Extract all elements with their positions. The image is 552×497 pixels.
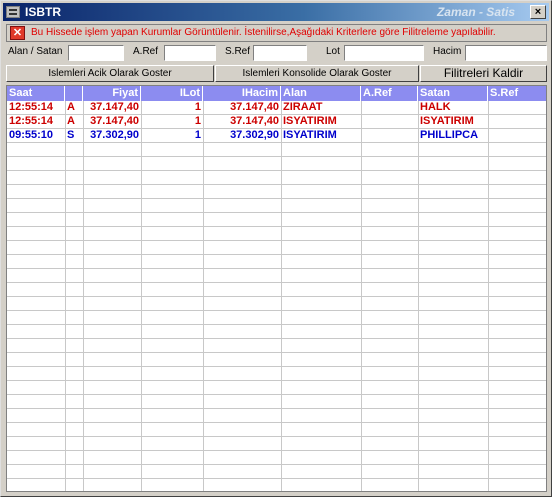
- sref-input[interactable]: [253, 45, 307, 61]
- cell-fiyat: 37.147,40: [90, 101, 139, 113]
- cell-sref: [488, 129, 546, 143]
- title-bar[interactable]: ISBTR Zaman - Satis ×: [3, 3, 549, 21]
- cell-alan: ZIRAAT: [283, 101, 323, 113]
- col-fiyat[interactable]: Fiyat: [83, 86, 141, 101]
- col-alan[interactable]: Alan: [281, 86, 361, 101]
- lot-label: Lot: [326, 46, 340, 57]
- table-row[interactable]: 12:55:14 A 37.147,40 1 37.147,40 ZIRAAT HALK: [7, 101, 546, 115]
- alan-satan-label: Alan / Satan: [8, 46, 63, 57]
- table-header: Saat Fiyat ILot IHacim Alan A.Ref Satan …: [7, 86, 546, 101]
- empty-row: [7, 241, 546, 255]
- empty-row: [7, 199, 546, 213]
- col-saat[interactable]: Saat: [7, 86, 65, 101]
- trade-window: ISBTR Zaman - Satis × ✕ Bu Hissede işlem…: [0, 0, 552, 497]
- cell-saat: 12:55:14: [9, 115, 54, 127]
- trades-table[interactable]: Saat Fiyat ILot IHacim Alan A.Ref Satan …: [6, 85, 547, 492]
- empty-row: [7, 353, 546, 367]
- aref-label: A.Ref: [133, 46, 159, 57]
- alan-satan-input[interactable]: [68, 45, 124, 61]
- sref-label: S.Ref: [225, 46, 251, 57]
- empty-row: [7, 213, 546, 227]
- clear-filters-button[interactable]: Filitreleri Kaldir: [420, 65, 547, 82]
- col-ihacim[interactable]: IHacim: [203, 86, 281, 101]
- empty-row: [7, 479, 546, 491]
- window-subtitle: Zaman - Satis: [436, 5, 515, 19]
- cell-side: A: [67, 115, 75, 127]
- empty-row: [7, 255, 546, 269]
- empty-row: [7, 157, 546, 171]
- cell-sref: [488, 101, 546, 115]
- empty-row: [7, 227, 546, 241]
- x-icon[interactable]: ✕: [10, 26, 25, 40]
- cell-saat: 09:55:10: [9, 129, 54, 141]
- cell-alan: ISYATIRIM: [283, 115, 337, 127]
- cell-satan: HALK: [420, 101, 451, 113]
- empty-row: [7, 423, 546, 437]
- empty-row: [7, 311, 546, 325]
- empty-row: [7, 437, 546, 451]
- empty-row: [7, 381, 546, 395]
- table-row[interactable]: 09:55:10 S 37.302,90 1 37.302,90 ISYATIRIM PHI…: [7, 129, 546, 143]
- table-body: 12:55:14 A 37.147,40 1 37.147,40 ZIRAAT HALK 12…: [7, 101, 546, 491]
- cell-lot: 1: [194, 101, 201, 113]
- cell-lot: 1: [194, 115, 201, 127]
- cell-saat: 12:55:14: [9, 101, 54, 113]
- cell-aref: [361, 115, 418, 129]
- filter-row: Alan / Satan A.Ref S.Ref Lot Hacim: [1, 44, 552, 64]
- close-icon[interactable]: ×: [530, 5, 546, 19]
- col-ilot[interactable]: ILot: [141, 86, 203, 101]
- info-bar: ✕ Bu Hissede işlem yapan Kurumlar Görünt…: [6, 24, 547, 42]
- button-row: Islemleri Acik Olarak Goster Islemleri K…: [1, 65, 552, 83]
- app-icon: [6, 6, 20, 18]
- empty-row: [7, 325, 546, 339]
- empty-row: [7, 171, 546, 185]
- empty-row: [7, 451, 546, 465]
- lot-input[interactable]: [344, 45, 424, 61]
- empty-row: [7, 395, 546, 409]
- cell-side: S: [67, 129, 75, 141]
- empty-row: [7, 409, 546, 423]
- empty-row: [7, 297, 546, 311]
- cell-fiyat: 37.147,40: [90, 115, 139, 127]
- col-side[interactable]: [65, 86, 83, 101]
- cell-lot: 1: [194, 129, 201, 141]
- col-sref[interactable]: S.Ref: [488, 86, 546, 101]
- col-aref[interactable]: A.Ref: [361, 86, 418, 101]
- cell-hacim: 37.147,40: [230, 101, 279, 113]
- cell-hacim: 37.147,40: [230, 115, 279, 127]
- cell-fiyat: 37.302,90: [90, 129, 139, 141]
- cell-side: A: [67, 101, 75, 113]
- cell-sref: [488, 115, 546, 129]
- window-title: ISBTR: [25, 5, 61, 19]
- cell-hacim: 37.302,90: [230, 129, 279, 141]
- empty-row: [7, 143, 546, 157]
- show-open-button[interactable]: Islemleri Acik Olarak Goster: [6, 65, 214, 82]
- hacim-label: Hacim: [433, 46, 462, 57]
- cell-aref: [361, 101, 418, 115]
- empty-row: [7, 465, 546, 479]
- col-satan[interactable]: Satan: [418, 86, 488, 101]
- cell-satan: PHILLIPCA: [420, 129, 479, 141]
- empty-row: [7, 367, 546, 381]
- hacim-input[interactable]: [465, 45, 547, 61]
- table-row[interactable]: 12:55:14 A 37.147,40 1 37.147,40 ISYATIRIM ISY…: [7, 115, 546, 129]
- cell-satan: ISYATIRIM: [420, 115, 474, 127]
- aref-input[interactable]: [164, 45, 216, 61]
- empty-row: [7, 283, 546, 297]
- empty-row: [7, 185, 546, 199]
- empty-row: [7, 339, 546, 353]
- cell-aref: [361, 129, 418, 143]
- show-consolidated-button[interactable]: Islemleri Konsolide Olarak Goster: [215, 65, 419, 82]
- info-message: Bu Hissede işlem yapan Kurumlar Görüntül…: [31, 27, 496, 38]
- cell-alan: ISYATIRIM: [283, 129, 337, 141]
- empty-row: [7, 269, 546, 283]
